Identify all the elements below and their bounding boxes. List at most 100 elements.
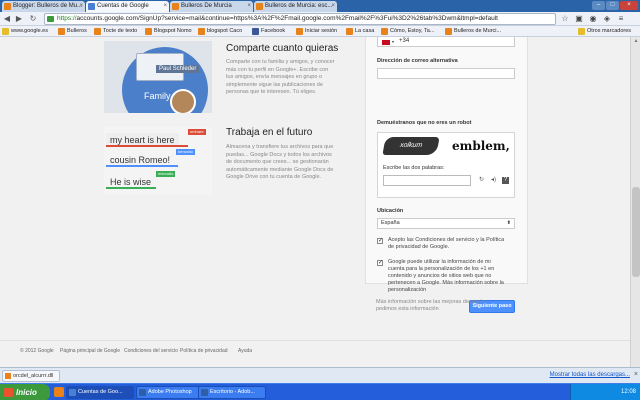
bookmark-label: La casa (355, 28, 375, 34)
maximize-icon[interactable]: □ (606, 1, 619, 10)
page-icon (296, 28, 303, 35)
bookmark-item[interactable]: www.google.es (2, 27, 48, 36)
bookmark-item[interactable]: La casa (346, 27, 374, 36)
audio-icon[interactable]: ◂) (490, 177, 497, 184)
download-file-name: orcdel_alcurrr.dll (13, 373, 54, 379)
alt-email-field[interactable] (377, 68, 515, 79)
download-item[interactable]: orcdel_alcurrr.dll (2, 370, 60, 382)
blogger-icon (198, 28, 205, 35)
taskbar-item-chrome[interactable]: Cuentas de Goo... (66, 386, 134, 399)
footer-link-privacy[interactable]: Política de privacidad (180, 348, 228, 354)
bookmark-label: Otros marcadores (587, 28, 632, 34)
spain-flag-icon (382, 40, 390, 45)
address-bar[interactable]: https://accounts.google.com/SignUp?servi… (44, 13, 556, 25)
wrench-icon[interactable]: ≡ (616, 14, 626, 24)
scroll-up-icon[interactable]: ▲ (632, 37, 640, 45)
bookmark-label: www.google.es (11, 28, 48, 34)
personalize-checkbox[interactable]: ✓ (377, 260, 383, 266)
bookmark-item[interactable]: Cómo, Estoy, Ta... (381, 27, 434, 36)
page-content: Paul Schleder Family Comparte cuanto qui… (0, 37, 630, 373)
windows-taskbar: Inicio Cuentas de Goo... Adobe Photoshop… (0, 383, 640, 400)
footer-link-home[interactable]: Página principal de Google (60, 348, 120, 354)
clock: 12:08 (620, 389, 636, 395)
circle-label: Family (144, 91, 171, 101)
start-label: Inicio (16, 388, 37, 397)
dropdown-arrow-icon[interactable]: ▾ (392, 37, 394, 46)
close-window-icon[interactable]: × (620, 1, 638, 10)
close-icon[interactable]: × (331, 1, 335, 12)
location-select[interactable]: España ⬍ (377, 218, 515, 229)
blogger-icon (145, 28, 152, 35)
phone-field[interactable]: ▾ +34 (377, 37, 515, 47)
bookmark-label: Facebook (261, 28, 286, 34)
close-icon[interactable]: × (163, 1, 167, 12)
chrome-icon (69, 389, 76, 396)
show-all-downloads-link[interactable]: Mostrar todas las descargas... (550, 372, 630, 378)
bookmark-item[interactable]: Bulleros (58, 27, 87, 36)
file-icon (5, 373, 11, 379)
extension-icon[interactable]: ◉ (588, 14, 598, 24)
tab-label: Bulleros de Murcia: esc... (265, 3, 333, 9)
other-bookmarks[interactable]: Otros marcadores (578, 27, 631, 36)
highlight-bar (106, 165, 178, 167)
highlight-bar (106, 187, 156, 189)
taskbar-item-escritorio[interactable]: Escritorio - Adob... (198, 386, 266, 399)
blogger-icon (256, 3, 263, 10)
bookmark-label: blogspot Caco (207, 28, 243, 34)
terms-checkbox[interactable]: ✓ (377, 238, 383, 244)
bookmark-item[interactable]: Blogspot Nomo (145, 27, 192, 36)
blogger-icon (172, 3, 179, 10)
blogger-icon (445, 28, 452, 35)
more-info-link[interactable]: Más información sobre las mejoras de que… (376, 299, 506, 313)
chrome-icon[interactable] (54, 387, 64, 397)
bookmark-item[interactable]: Bulleros de Murci... (445, 27, 501, 36)
tab-bulleros-esc[interactable]: Bulleros de Murcia: esc... × (254, 1, 337, 12)
forward-icon[interactable]: ▶ (14, 14, 24, 24)
comment-bubble: my heart is here (106, 133, 188, 147)
bookmark-item[interactable]: Tocte de texto (94, 27, 137, 36)
close-icon[interactable]: × (634, 371, 638, 378)
bookmark-label: Tocte de texto (103, 28, 138, 34)
bookmark-item[interactable]: Facebook (252, 27, 285, 36)
close-icon[interactable]: × (247, 1, 251, 12)
bookmark-label: Iniciar sesión (305, 28, 338, 34)
comment-bubble: He is wise (106, 175, 156, 189)
copyright: © 2012 Google (20, 348, 54, 354)
scrollbar-thumb[interactable] (632, 187, 640, 277)
download-bar: orcdel_alcurrr.dll Mostrar todas las des… (0, 367, 640, 383)
comment-text: my heart is here (110, 135, 175, 145)
footer-link-terms[interactable]: Condiciones del servicio (124, 348, 178, 354)
reload-icon[interactable]: ↻ (28, 14, 38, 24)
page-scrollbar[interactable]: ▲ ▼ (630, 37, 640, 373)
start-button[interactable]: Inicio (0, 384, 50, 400)
minimize-icon[interactable]: – (592, 1, 605, 10)
url-scheme: https:// (57, 15, 77, 22)
highlight-bar (106, 145, 188, 147)
tab-cuentas-google[interactable]: Cuentas de Google × (86, 1, 169, 12)
tab-bulleros-murcia[interactable]: Bulleros De Murcia × (170, 1, 253, 12)
star-icon[interactable]: ☆ (560, 14, 570, 24)
bookmark-item[interactable]: Iniciar sesión (296, 27, 337, 36)
refresh-icon[interactable]: ↻ (478, 177, 485, 184)
close-icon[interactable]: × (79, 1, 83, 12)
docs-promo-image: my heart is here omhare cousin Romeo! be… (104, 127, 212, 195)
signup-form: ▾ +34 Dirección de correo alternativa De… (365, 37, 528, 313)
footer-link-help[interactable]: Ayuda (238, 348, 252, 354)
help-icon[interactable]: ? (502, 177, 509, 184)
tab-label: Blogger: Bulleros de Mu... (13, 3, 83, 9)
taskbar-item-photoshop[interactable]: Adobe Photoshop (136, 386, 204, 399)
location-value: España (381, 220, 400, 226)
google-icon (88, 3, 95, 10)
extension-icon[interactable]: ◈ (602, 14, 612, 24)
back-icon[interactable]: ◀ (2, 14, 12, 24)
tab-blogger[interactable]: Blogger: Bulleros de Mu... × (2, 1, 85, 12)
folder-icon (578, 28, 585, 35)
extension-icon[interactable]: ▣ (574, 14, 584, 24)
captcha-input[interactable] (383, 175, 471, 186)
tab-label: Bulleros De Murcia (181, 3, 232, 9)
captcha-word: xolkum (382, 137, 440, 155)
alt-email-label: Dirección de correo alternativa (377, 58, 458, 64)
google-plus-promo-image: Paul Schleder Family (104, 41, 212, 113)
bookmark-item[interactable]: blogspot Caco (198, 27, 242, 36)
phone-prefix: +34 (399, 38, 410, 44)
